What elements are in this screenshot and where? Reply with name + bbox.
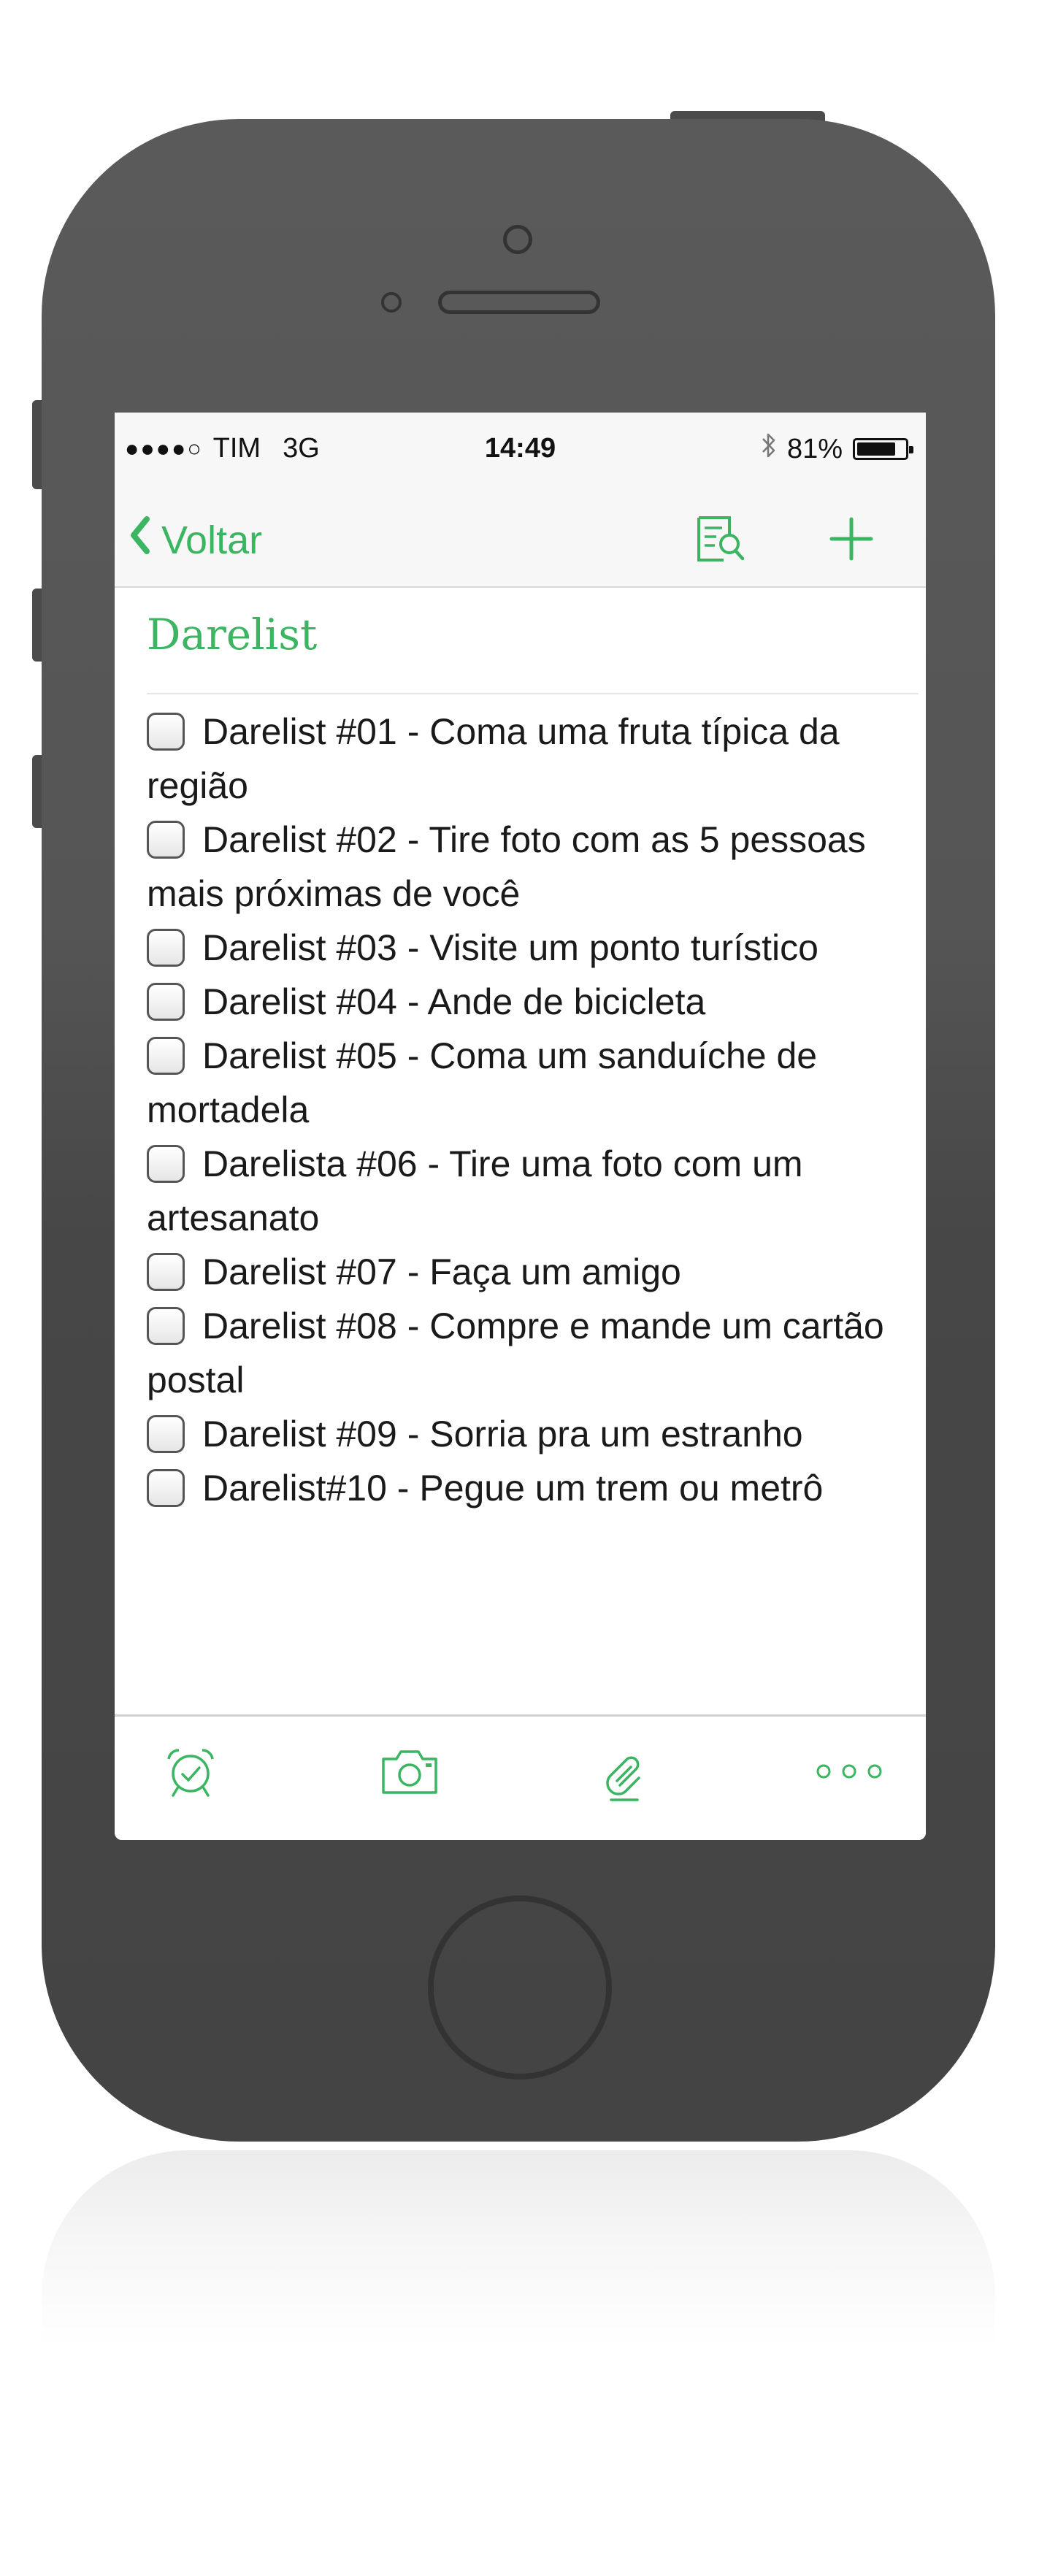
checklist-item-text[interactable]: Darelist #05 - Coma um sanduíche de mort… (147, 1035, 817, 1130)
checkbox[interactable] (147, 1037, 185, 1075)
checklist-item-text[interactable]: Darelist #09 - Sorria pra um estranho (202, 1414, 803, 1454)
status-bar: ●●●●○ TIM 3G 14:49 81% (115, 413, 926, 484)
phone-reflection (42, 2150, 995, 2347)
home-button[interactable] (428, 1895, 612, 2079)
checkbox[interactable] (147, 1469, 185, 1507)
title-divider (147, 693, 919, 694)
checklist-item: Darelista #06 - Tire uma foto com um art… (147, 1137, 906, 1245)
attachment-icon[interactable] (601, 1744, 648, 1806)
battery-icon (853, 438, 913, 460)
checklist-item: Darelist #02 - Tire foto com as 5 pessoa… (147, 813, 906, 921)
bluetooth-icon (761, 432, 777, 467)
checklist-item: Darelist #07 - Faça um amigo (147, 1245, 906, 1299)
checkbox[interactable] (147, 983, 185, 1021)
back-label: Voltar (161, 518, 263, 562)
note-title[interactable]: Darelist (147, 610, 317, 659)
front-camera (503, 225, 532, 254)
checkbox[interactable] (147, 821, 185, 859)
phone-screen: ●●●●○ TIM 3G 14:49 81% Voltar Darelist D… (115, 413, 926, 1840)
plus-icon[interactable] (827, 515, 875, 567)
alarm-clock-icon[interactable] (163, 1744, 218, 1803)
checkbox[interactable] (147, 1253, 185, 1291)
checkbox[interactable] (147, 713, 185, 751)
navigation-bar: Voltar (115, 484, 926, 588)
checkbox[interactable] (147, 1415, 185, 1453)
checkbox[interactable] (147, 1307, 185, 1345)
checkbox[interactable] (147, 1145, 185, 1183)
checklist-item: Darelist #01 - Coma uma fruta típica da … (147, 705, 906, 813)
status-right: 81% (761, 432, 913, 467)
checklist: Darelist #01 - Coma uma fruta típica da … (147, 705, 906, 1515)
camera-icon[interactable] (379, 1744, 440, 1803)
more-icon[interactable] (814, 1762, 884, 1785)
battery-fill (857, 442, 895, 456)
checkbox[interactable] (147, 929, 185, 967)
note-search-icon[interactable] (694, 515, 747, 567)
checklist-item: Darelist #05 - Coma um sanduíche de mort… (147, 1029, 906, 1137)
bottom-toolbar (115, 1714, 926, 1840)
back-button[interactable]: Voltar (128, 513, 262, 567)
checklist-item-text[interactable]: Darelist #07 - Faça um amigo (202, 1251, 681, 1292)
checklist-item-text[interactable]: Darelista #06 - Tire uma foto com um art… (147, 1143, 803, 1238)
checklist-item-text[interactable]: Darelist #01 - Coma uma fruta típica da … (147, 711, 840, 806)
checklist-item-text[interactable]: Darelist #08 - Compre e mande um cartão … (147, 1306, 884, 1400)
checklist-item-text[interactable]: Darelist#10 - Pegue um trem ou metrô (202, 1468, 823, 1509)
battery-tip (909, 446, 913, 453)
checklist-item-text[interactable]: Darelist #04 - Ande de bicicleta (202, 981, 705, 1022)
chevron-left-icon (128, 513, 151, 567)
checklist-item: Darelist #03 - Visite um ponto turístico (147, 921, 906, 975)
checklist-item: Darelist #04 - Ande de bicicleta (147, 975, 906, 1029)
checklist-item-text[interactable]: Darelist #02 - Tire foto com as 5 pessoa… (147, 819, 866, 914)
earpiece-speaker (438, 291, 600, 314)
checklist-item-text[interactable]: Darelist #03 - Visite um ponto turístico (202, 927, 818, 968)
checklist-item: Darelist #08 - Compre e mande um cartão … (147, 1299, 906, 1407)
battery-percent: 81% (786, 433, 843, 464)
proximity-sensor (381, 292, 402, 313)
checklist-item: Darelist #09 - Sorria pra um estranho (147, 1407, 906, 1461)
checklist-item: Darelist#10 - Pegue um trem ou metrô (147, 1461, 906, 1515)
